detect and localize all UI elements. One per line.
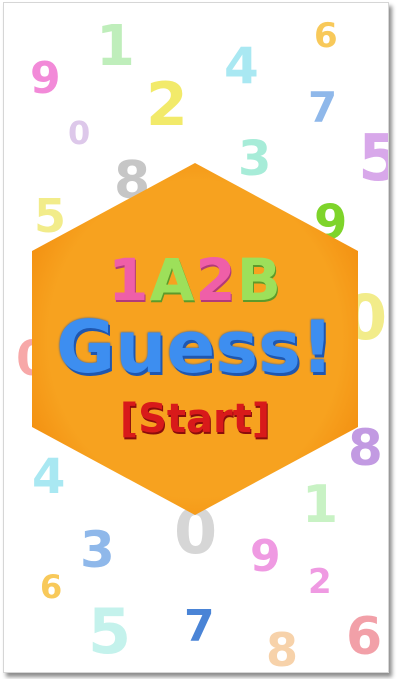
background-digit: 6: [314, 16, 338, 56]
title-char-b: B: [236, 246, 282, 314]
background-digit: 2: [146, 70, 188, 140]
background-digit: 7: [308, 83, 338, 132]
background-digit: 6: [40, 568, 63, 606]
background-digit: 6: [346, 607, 383, 667]
background-digit: 4: [224, 37, 259, 95]
title-char-2: 2: [195, 246, 237, 314]
background-digit: 1: [96, 14, 135, 79]
title-hexagon: 1A2B Guess! [Start]: [32, 163, 358, 515]
background-digit: 5: [358, 127, 388, 191]
title-1a2b: 1A2B: [32, 251, 358, 309]
background-digit: 7: [184, 601, 215, 652]
background-digit: 9: [250, 531, 281, 582]
title-char-a: A: [149, 246, 196, 314]
game-screen: 16924708355900841039265786 1A2B Guess! […: [3, 2, 389, 673]
start-button[interactable]: [Start]: [32, 399, 358, 439]
background-digit: 0: [68, 114, 91, 152]
background-digit: 3: [80, 521, 115, 579]
title-char-1: 1: [108, 246, 150, 314]
background-digit: 8: [266, 623, 299, 673]
title-guess: Guess!: [56, 305, 334, 389]
background-digit: 5: [88, 595, 132, 668]
background-digit: 2: [308, 562, 332, 602]
background-digit: 9: [30, 53, 61, 104]
